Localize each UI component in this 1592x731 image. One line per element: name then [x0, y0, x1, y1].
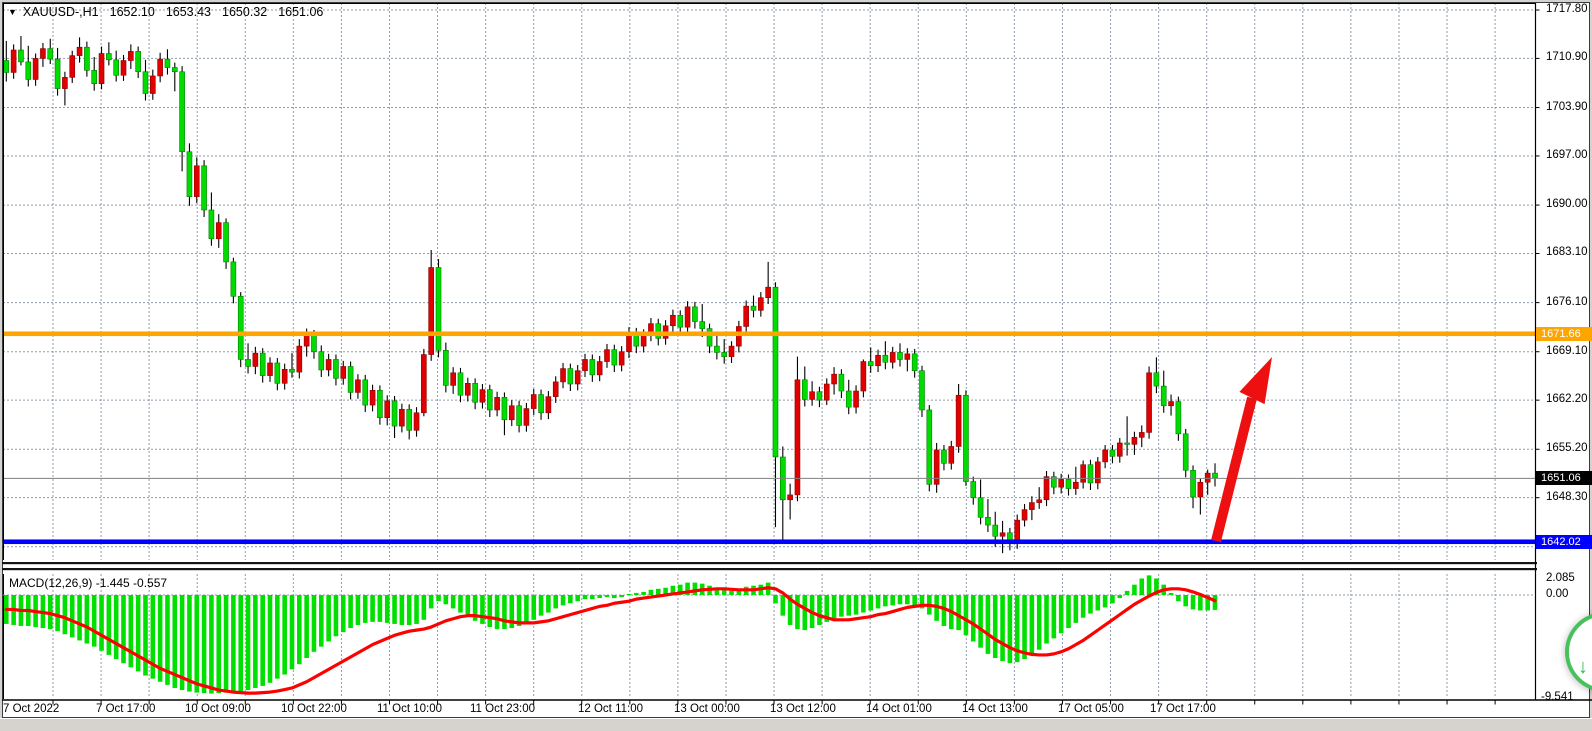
macd-axis-zero: 0.00 — [1546, 588, 1568, 600]
time-axis-label: 7 Oct 2022 — [3, 703, 59, 715]
status-strip — [0, 718, 1592, 731]
quote-low: 1650.32 — [222, 5, 267, 19]
price-tick-label: 1683.10 — [1546, 246, 1588, 258]
price-tick-label: 1690.00 — [1546, 198, 1588, 210]
quote-open: 1652.10 — [110, 5, 155, 19]
quote-high: 1653.43 — [166, 5, 211, 19]
time-axis-label: 17 Oct 17:00 — [1150, 703, 1216, 715]
current-price-label: 1651.06 — [1536, 471, 1592, 485]
time-axis-label: 10 Oct 09:00 — [185, 703, 251, 715]
mt4-chart-screenshot: { "title": { "dropdown_icon": "▼", "symb… — [0, 0, 1592, 730]
arrow-down-icon: ↓ — [1578, 656, 1588, 679]
macd-pane — [3, 575, 1536, 693]
macd-axis-max: 2.085 — [1546, 572, 1575, 584]
time-axis-label: 13 Oct 00:00 — [674, 703, 740, 715]
time-axis-label: 14 Oct 01:00 — [866, 703, 932, 715]
chart-canvas[interactable] — [0, 0, 1592, 730]
price-tick-label: 1717.80 — [1546, 3, 1588, 15]
price-tick-label: 1676.10 — [1546, 296, 1588, 308]
resistance-price-label: 1671.66 — [1536, 327, 1592, 341]
price-tick-label: 1662.20 — [1546, 393, 1588, 405]
time-axis-label: 13 Oct 12:00 — [770, 703, 836, 715]
price-tick-label: 1648.30 — [1546, 491, 1588, 503]
time-axis-label: 12 Oct 11:00 — [578, 703, 643, 715]
time-axis-label: 11 Oct 10:00 — [377, 703, 442, 715]
time-axis-label: 14 Oct 13:00 — [962, 703, 1028, 715]
symbol-period: XAUUSD-,H1 — [23, 5, 99, 19]
time-axis-label: 17 Oct 05:00 — [1058, 703, 1124, 715]
time-axis-label: 7 Oct 17:00 — [96, 703, 155, 715]
time-axis-label: 10 Oct 22:00 — [281, 703, 347, 715]
time-axis-label: 11 Oct 23:00 — [470, 703, 535, 715]
quote-close: 1651.06 — [278, 5, 323, 19]
macd-indicator-label: MACD(12,26,9) -1.445 -0.557 — [9, 576, 167, 590]
price-tick-label: 1669.10 — [1546, 345, 1588, 357]
support-price-label: 1642.02 — [1536, 535, 1592, 549]
pane-splitter[interactable] — [2, 562, 1537, 564]
price-tick-label: 1703.90 — [1546, 101, 1588, 113]
macd-axis-min: -9.541 — [1541, 691, 1574, 703]
symbol-dropdown-icon[interactable]: ▼ — [8, 7, 17, 17]
candles — [4, 36, 1218, 553]
chart-title: ▼ XAUUSD-,H1 1652.10 1653.43 1650.32 1651.06 — [8, 5, 334, 19]
price-tick-label: 1697.00 — [1546, 149, 1588, 161]
price-tick-label: 1710.90 — [1546, 51, 1588, 63]
price-tick-label: 1655.20 — [1546, 442, 1588, 454]
horizontal-lines[interactable] — [3, 331, 1536, 544]
